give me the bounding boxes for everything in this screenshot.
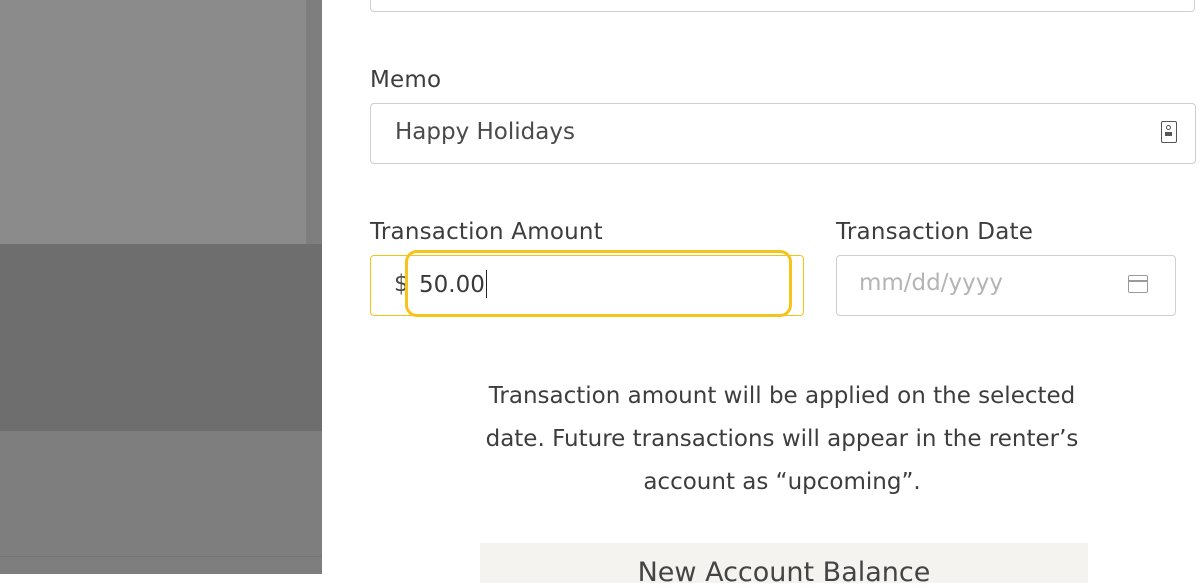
backdrop-panel [0,0,306,244]
memo-input[interactable]: Happy Holidays [370,103,1196,164]
memo-label: Memo [370,67,442,93]
focus-highlight [405,250,792,317]
new-account-balance-label: New Account Balance [637,557,931,588]
transaction-info-text: Transaction amount will be applied on th… [485,383,1079,495]
contact-card-icon[interactable] [1161,121,1177,143]
backdrop-panel [0,244,322,431]
memo-value: Happy Holidays [395,119,575,145]
transaction-amount-label: Transaction Amount [370,219,603,245]
transaction-drawer: Memo Happy Holidays Transaction Amount $… [322,0,1200,588]
modal-backdrop[interactable] [0,0,322,574]
transaction-date-placeholder: mm/dd/yyyy [859,270,1003,296]
transaction-date-input[interactable]: mm/dd/yyyy [836,255,1176,316]
backdrop-divider [0,556,322,557]
new-account-balance-section: New Account Balance [480,543,1088,588]
transaction-date-label: Transaction Date [836,219,1034,245]
previous-field[interactable] [370,0,1195,12]
calendar-icon[interactable] [1128,275,1148,293]
